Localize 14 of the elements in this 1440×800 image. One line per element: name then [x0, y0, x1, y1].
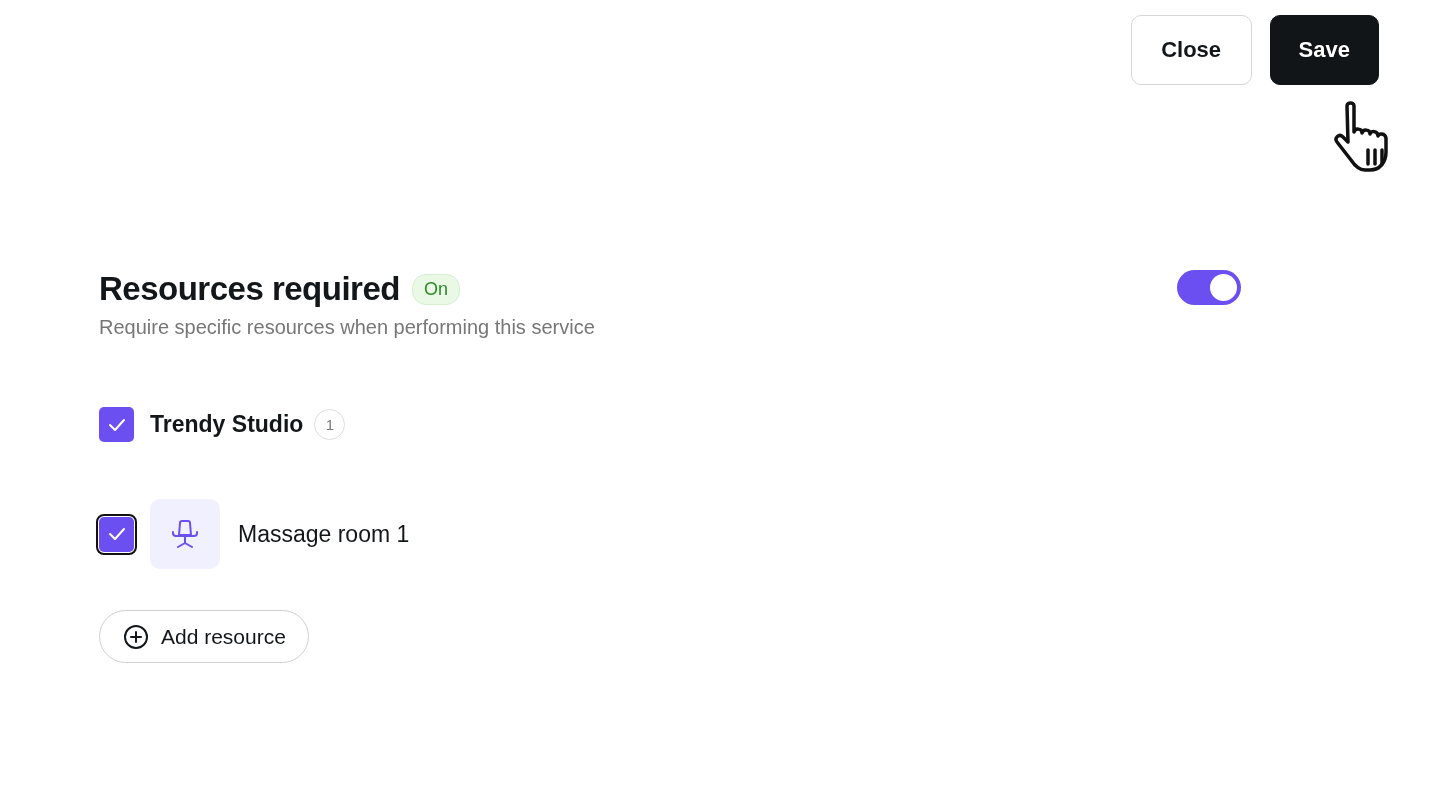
checkbox[interactable]	[99, 407, 134, 442]
section-title: Resources required	[99, 270, 400, 308]
section-description: Require specific resources when performing this service	[99, 316, 595, 339]
check-icon	[107, 417, 126, 432]
close-button[interactable]: Close	[1130, 15, 1252, 85]
resource-name: Massage room 1	[238, 520, 410, 548]
status-badge: On	[411, 273, 460, 305]
chair-icon	[150, 499, 220, 569]
plus-circle-icon	[123, 623, 149, 650]
save-button[interactable]: Save	[1269, 15, 1379, 85]
group-name: Trendy Studio	[150, 411, 304, 438]
check-icon	[107, 527, 126, 541]
toggle-switch[interactable]	[1177, 270, 1241, 305]
add-resource-button[interactable]: Add resource	[99, 610, 309, 663]
